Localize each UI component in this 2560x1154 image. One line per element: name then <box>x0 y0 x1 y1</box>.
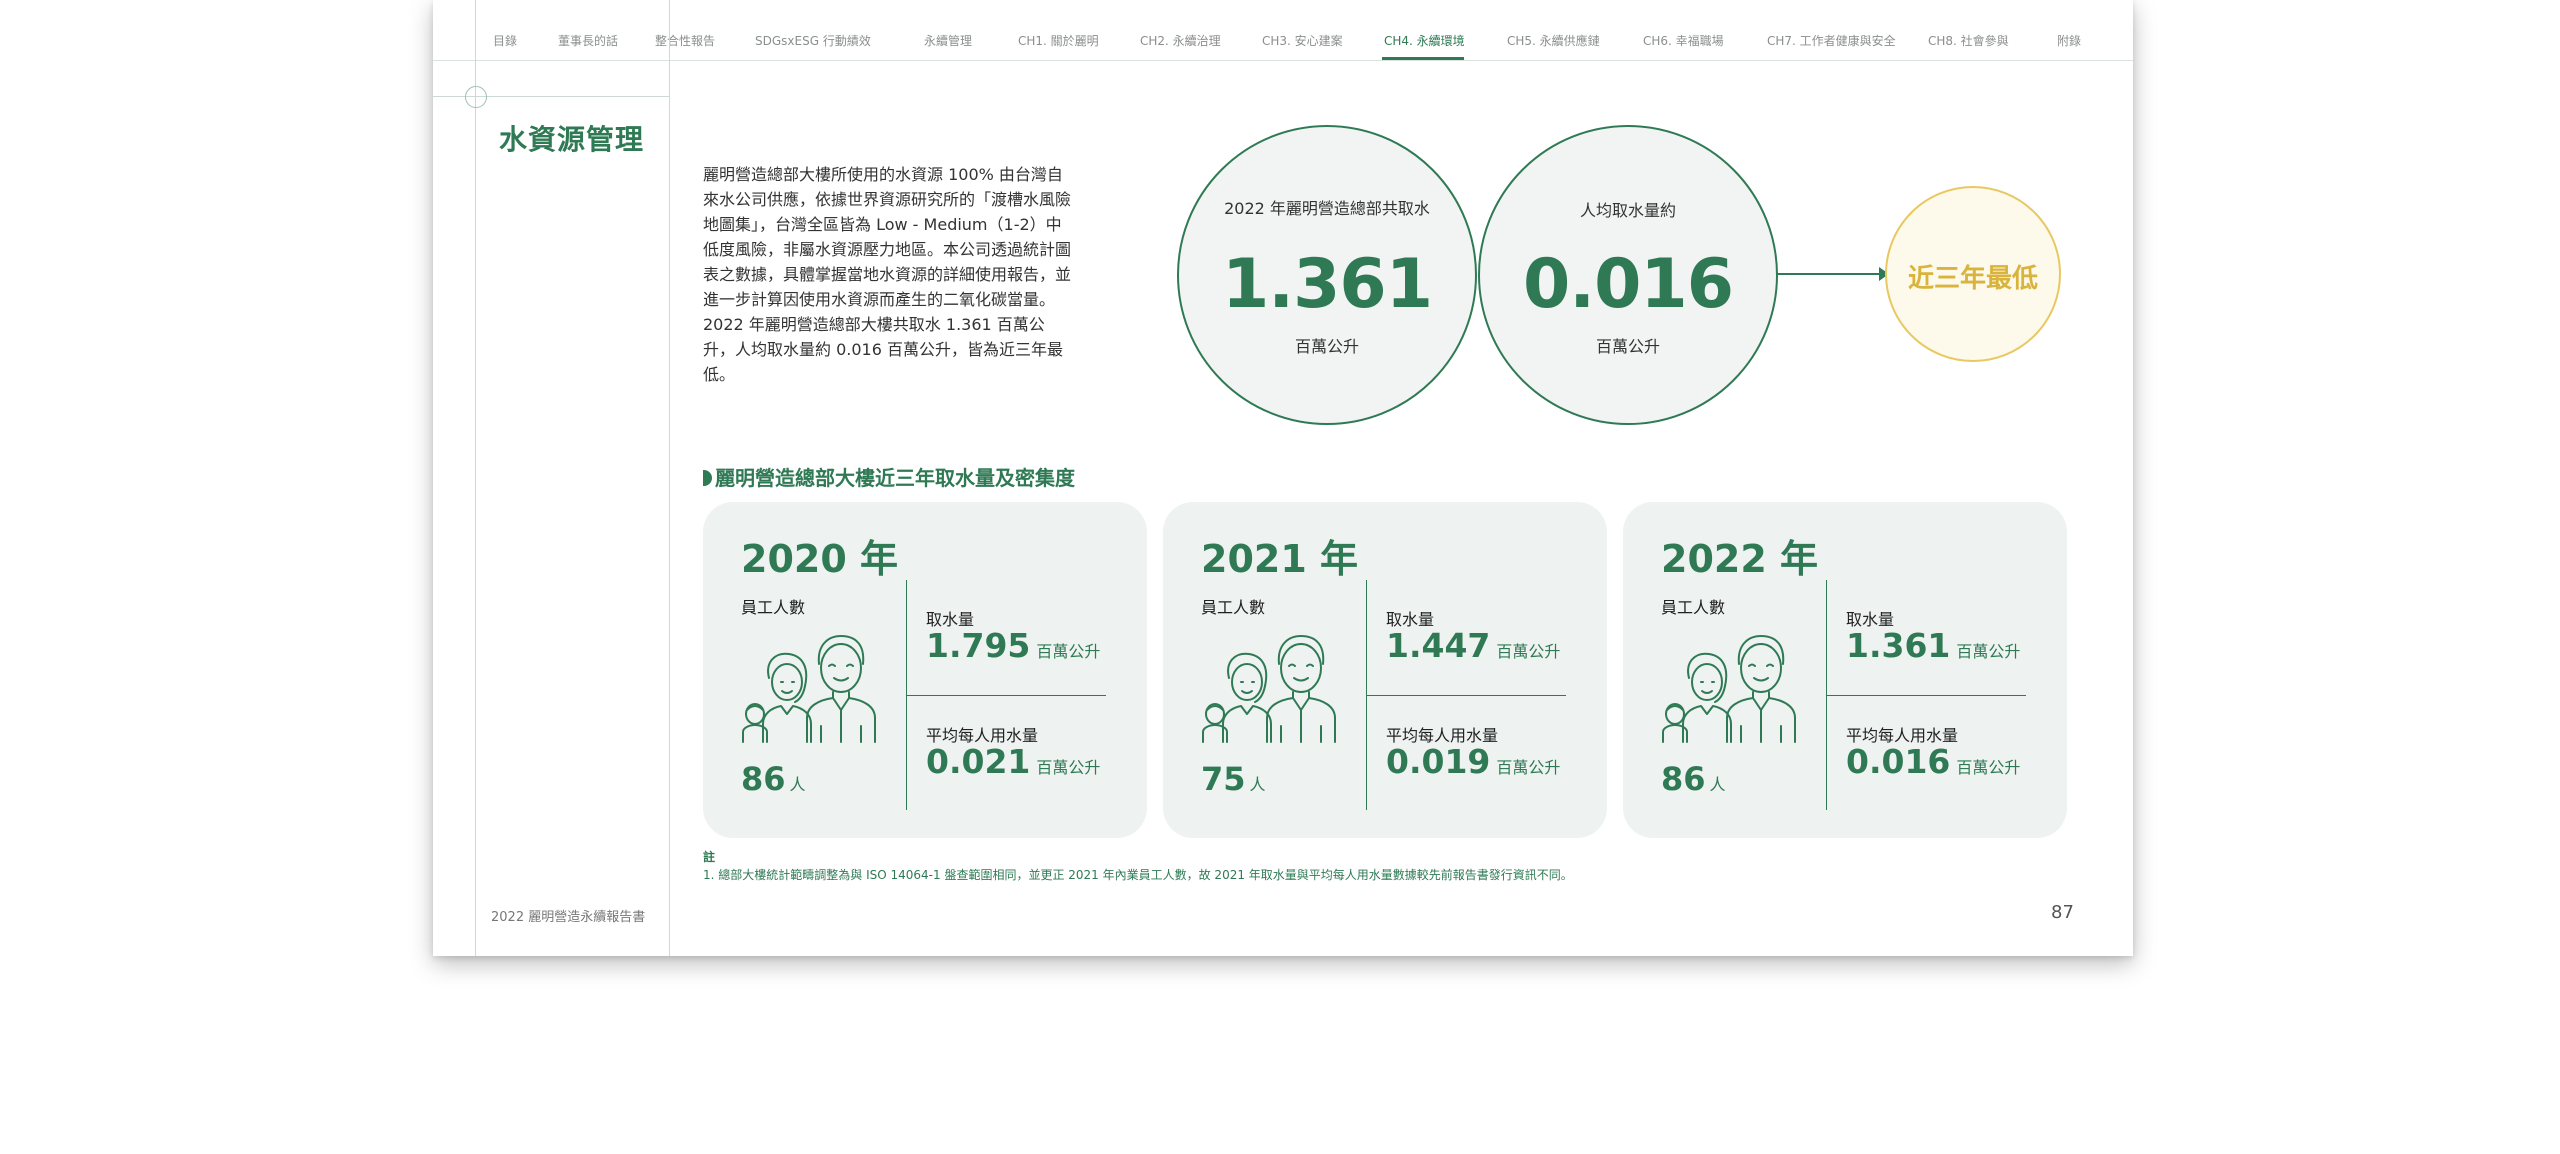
card-year: 2020 年 <box>741 537 898 581</box>
total-water-unit: 百萬公升 <box>1294 337 1359 356</box>
water-metric: 1.795 百萬公升 <box>926 626 1100 665</box>
nav-item-toc[interactable]: 目錄 <box>493 32 517 49</box>
avg-unit: 百萬公升 <box>1956 758 2021 777</box>
avg-metric: 0.016 百萬公升 <box>1846 742 2020 781</box>
employee-count-unit: 人 <box>1249 775 1266 794</box>
year-card-2021: 2021 年 員工人數 75 人 取水量 1.447 百萬公升 平均每人用水量 … <box>1163 502 1607 838</box>
nav-item-ch3[interactable]: CH3. 安心建案 <box>1262 32 1343 49</box>
water-value: 1.447 <box>1386 626 1491 665</box>
lowest-badge-text: 近三年最低 <box>1907 264 2038 294</box>
avg-metric: 0.021 百萬公升 <box>926 742 1100 781</box>
avg-metric: 0.019 百萬公升 <box>1386 742 1560 781</box>
frame-line-sidebar <box>669 0 670 956</box>
avg-value: 0.021 <box>926 742 1031 781</box>
nav-item-ch6[interactable]: CH6. 幸福職場 <box>1643 32 1724 49</box>
employee-count: 86 人 <box>741 760 806 798</box>
avg-value: 0.019 <box>1386 742 1491 781</box>
avg-unit: 百萬公升 <box>1496 758 1561 777</box>
year-card-2020: 2020 年 員工人數 86 人 取水量 1.795 百萬公升 平均每人用水量 … <box>703 502 1147 838</box>
note-text: 1. 總部大樓統計範疇調整為與 ISO 14064-1 盤查範圍相同，並更正 2… <box>703 868 1573 882</box>
people-icon <box>1202 635 1336 743</box>
water-unit: 百萬公升 <box>1496 642 1561 661</box>
per-capita-unit: 百萬公升 <box>1595 337 1660 356</box>
nav-item-ch2[interactable]: CH2. 永續治理 <box>1140 32 1221 49</box>
heading-marker-icon <box>703 470 712 486</box>
nav-item-ch8[interactable]: CH8. 社會參與 <box>1928 32 2009 49</box>
employee-label: 員工人數 <box>1201 598 1266 617</box>
nav-item-ch4[interactable]: CH4. 永續環境 <box>1384 32 1465 49</box>
nav-item-management[interactable]: 永續管理 <box>924 32 972 49</box>
nav-item-chairman[interactable]: 董事長的話 <box>558 32 618 49</box>
employee-count: 86 人 <box>1661 760 1726 798</box>
total-water-label: 2022 年麗明營造總部共取水 <box>1224 199 1430 218</box>
nav-item-sdgs[interactable]: SDGsxESG 行動績效 <box>755 32 871 49</box>
registration-mark <box>465 86 487 108</box>
page-number: 87 <box>2051 902 2074 923</box>
employee-count-unit: 人 <box>1709 775 1726 794</box>
nav-item-integrated[interactable]: 整合性報告 <box>655 32 715 49</box>
section-title: 水資源管理 <box>499 123 645 156</box>
nav-item-ch5[interactable]: CH5. 永續供應鏈 <box>1507 32 1600 49</box>
footer-report-title: 2022 麗明營造永續報告書 <box>491 910 646 925</box>
employee-count-value: 86 <box>1661 760 1706 798</box>
avg-value: 0.016 <box>1846 742 1951 781</box>
water-unit: 百萬公升 <box>1956 642 2021 661</box>
nav-item-ch7[interactable]: CH7. 工作者健康與安全 <box>1767 32 1896 49</box>
intro-paragraph: 麗明營造總部大樓所使用的水資源 100% 由台灣自來水公司供應，依據世界資源研究… <box>703 165 1072 384</box>
card-divider-horizontal <box>906 695 1106 696</box>
report-page: 目錄 董事長的話 整合性報告 SDGsxESG 行動績效 永續管理 CH1. 關… <box>433 0 2133 956</box>
employee-label: 員工人數 <box>741 598 806 617</box>
employee-count-value: 86 <box>741 760 786 798</box>
arrow-line <box>1777 273 1883 275</box>
note-label: 註 <box>703 850 716 864</box>
card-divider-horizontal <box>1826 695 2026 696</box>
nav-active-underline <box>1382 57 1464 60</box>
per-capita-circle: 人均取水量約 0.016 百萬公升 <box>1478 125 1778 425</box>
sub-heading-text: 麗明營造總部大樓近三年取水量及密集度 <box>715 466 1075 490</box>
total-water-value: 1.361 <box>1221 245 1433 324</box>
water-value: 1.795 <box>926 626 1031 665</box>
lowest-badge: 近三年最低 <box>1885 186 2061 362</box>
card-divider-horizontal <box>1366 695 1566 696</box>
water-unit: 百萬公升 <box>1036 642 1101 661</box>
nav-item-ch1[interactable]: CH1. 關於麗明 <box>1018 32 1099 49</box>
people-icon <box>742 635 876 743</box>
avg-unit: 百萬公升 <box>1036 758 1101 777</box>
water-value: 1.361 <box>1846 626 1951 665</box>
year-card-2022: 2022 年 員工人數 86 人 取水量 1.361 百萬公升 平均每人用水量 … <box>1623 502 2067 838</box>
frame-line-left <box>475 0 476 956</box>
card-year: 2021 年 <box>1201 537 1358 581</box>
water-metric: 1.447 百萬公升 <box>1386 626 1560 665</box>
total-water-circle: 2022 年麗明營造總部共取水 1.361 百萬公升 <box>1177 125 1477 425</box>
per-capita-value: 0.016 <box>1522 245 1734 324</box>
employee-label: 員工人數 <box>1661 598 1726 617</box>
employee-count-unit: 人 <box>789 775 806 794</box>
water-metric: 1.361 百萬公升 <box>1846 626 2020 665</box>
per-capita-label: 人均取水量約 <box>1579 201 1676 220</box>
nav-item-appendix[interactable]: 附錄 <box>2057 32 2081 49</box>
employee-count: 75 人 <box>1201 760 1266 798</box>
sub-heading: 麗明營造總部大樓近三年取水量及密集度 <box>703 462 1075 491</box>
chapter-nav: 目錄 董事長的話 整合性報告 SDGsxESG 行動績效 永續管理 CH1. 關… <box>433 0 2133 61</box>
people-icon <box>1662 635 1796 743</box>
card-year: 2022 年 <box>1661 537 1818 581</box>
employee-count-value: 75 <box>1201 760 1246 798</box>
